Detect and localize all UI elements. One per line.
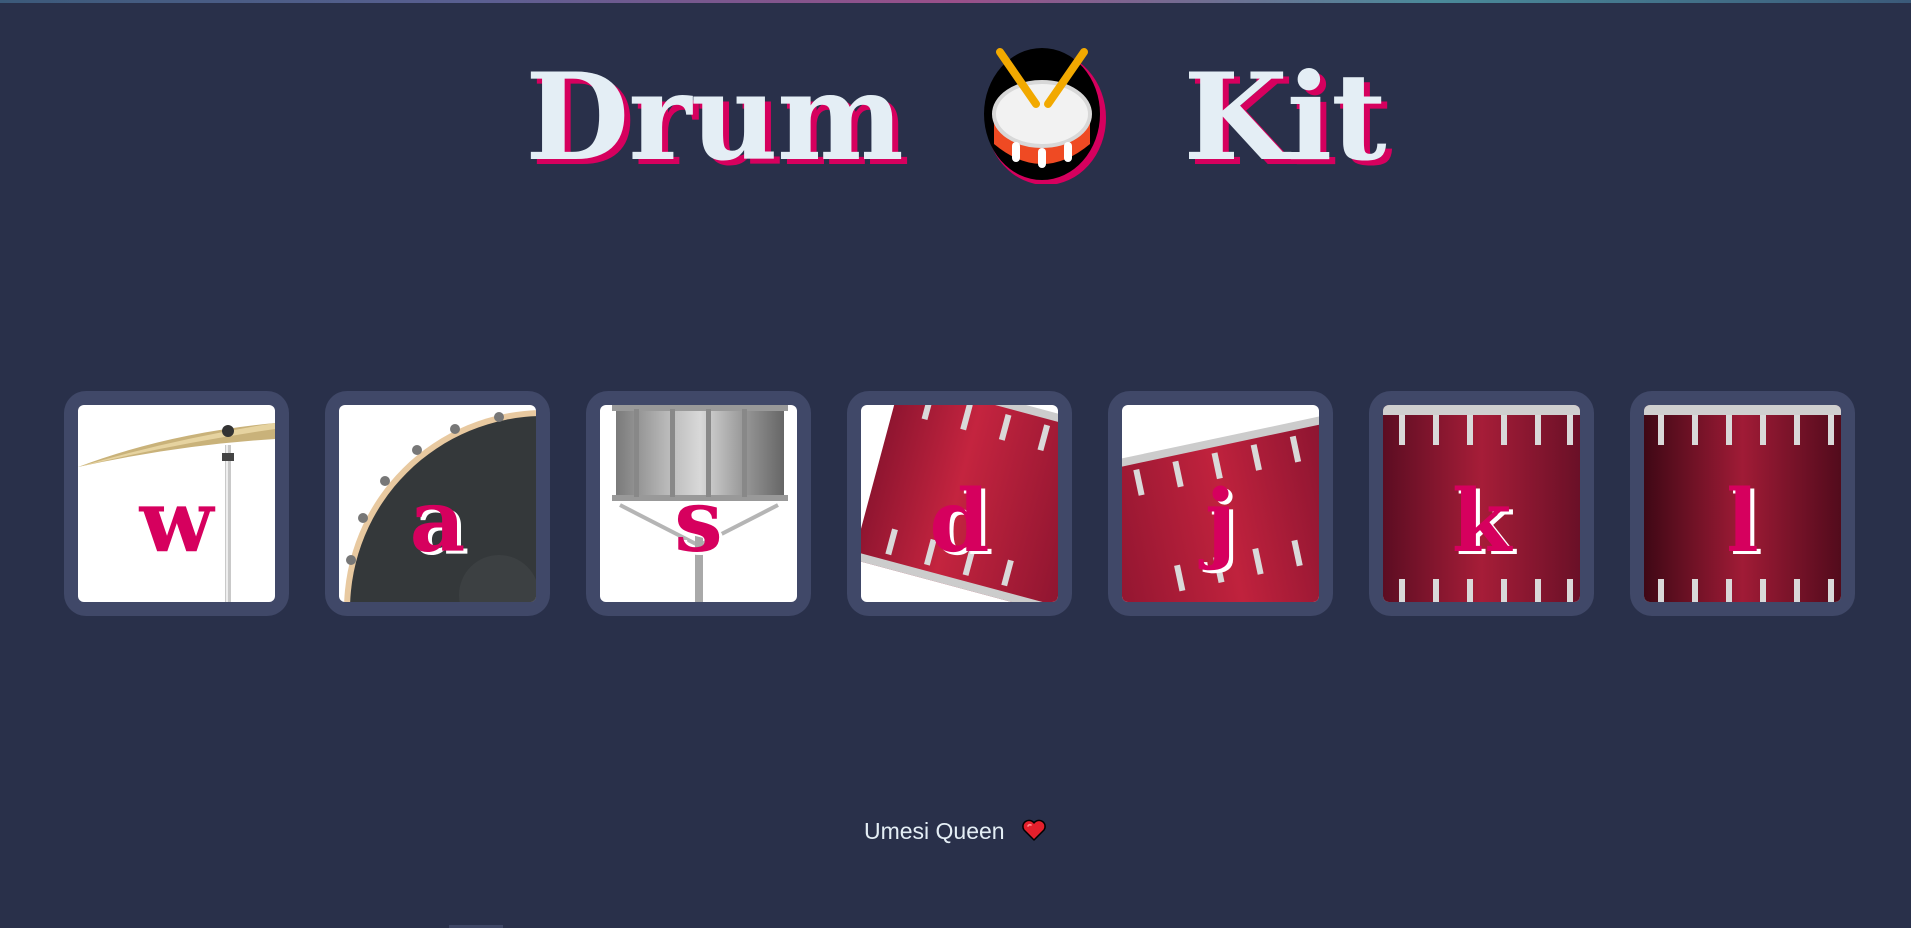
drum-emoji-icon <box>982 44 1107 185</box>
author-name: Umesi Queen <box>863 818 1005 844</box>
key-letter: j <box>1204 471 1237 572</box>
key-letter: w <box>139 471 214 572</box>
drum-tile: j <box>1122 405 1319 602</box>
key-letter: s <box>674 471 723 572</box>
drum-pad-row: w a s d j k l <box>64 391 1858 616</box>
drum-tile: a <box>339 405 536 602</box>
key-letter: a <box>409 471 466 572</box>
drum-key-d[interactable]: d <box>847 391 1072 616</box>
drum-key-k[interactable]: k <box>1369 391 1594 616</box>
page-title: Drum Kit <box>0 38 1911 188</box>
footer-credit: Umesi Queen <box>0 818 1911 845</box>
drum-key-j[interactable]: j <box>1108 391 1333 616</box>
drum-key-a[interactable]: a <box>325 391 550 616</box>
top-accent-line <box>0 0 1911 3</box>
drum-key-l[interactable]: l <box>1630 391 1855 616</box>
drum-tile: l <box>1644 405 1841 602</box>
title-word-drum: Drum <box>525 46 904 188</box>
drum-key-s[interactable]: s <box>586 391 811 616</box>
drum-key-w[interactable]: w <box>64 391 289 616</box>
drum-tile: k <box>1383 405 1580 602</box>
heart-icon <box>1021 818 1047 842</box>
key-letter: d <box>929 471 990 572</box>
key-letter: l <box>1726 471 1759 572</box>
drum-tile: w <box>78 405 275 602</box>
drum-tile: d <box>861 405 1058 602</box>
drum-tile: s <box>600 405 797 602</box>
title-word-kit: Kit <box>1183 46 1386 188</box>
key-letter: k <box>1451 471 1512 572</box>
